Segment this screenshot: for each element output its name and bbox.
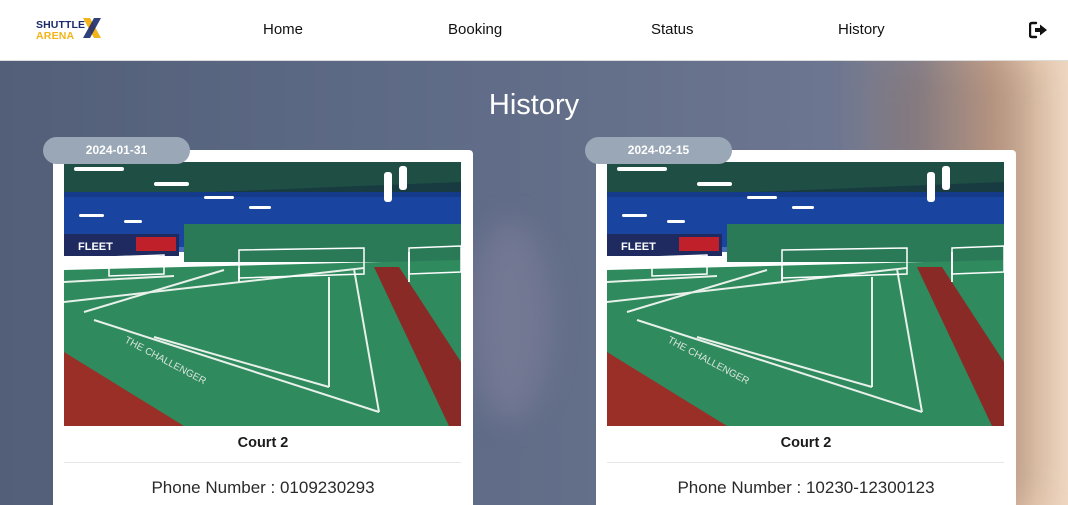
nav-history-link[interactable]: History <box>838 21 885 38</box>
logout-button[interactable] <box>1028 21 1048 39</box>
phone-number: Phone Number : 10230-12300123 <box>677 478 935 497</box>
card-divider <box>607 462 1004 463</box>
history-card: FLEET THE CHALLENGER Court 2 Phone Numbe… <box>53 150 473 505</box>
logo-text-line2: ARENA <box>36 30 75 42</box>
court-name: Court 2 <box>237 435 289 451</box>
nav-status-link[interactable]: Status <box>651 21 694 38</box>
svg-text:FLEET: FLEET <box>78 241 113 253</box>
badminton-court-image: FLEET THE CHALLENGER <box>64 162 461 426</box>
booking-date-badge: 2024-02-15 <box>585 137 732 164</box>
nav-home-link[interactable]: Home <box>263 21 303 38</box>
background-blur <box>470 221 550 421</box>
booking-date-badge: 2024-01-31 <box>43 137 190 164</box>
page-title: History <box>488 89 580 121</box>
logo-x-mark-icon <box>83 18 101 38</box>
badminton-court-image: FLEET THE CHALLENGER <box>607 162 1004 426</box>
shuttle-arena-logo[interactable]: SHUTTLE ARENA <box>36 16 102 44</box>
history-card: FLEET THE CHALLENGER Court 2 Phone Numbe… <box>596 150 1016 505</box>
phone-number: Phone Number : 0109230293 <box>151 478 375 497</box>
card-divider <box>64 462 461 463</box>
nav-booking-link[interactable]: Booking <box>448 21 502 38</box>
court-name: Court 2 <box>780 435 832 451</box>
top-navbar: SHUTTLE ARENA Home Booking Status Histor… <box>0 0 1068 61</box>
history-section: History FLEET THE CHALLENGER Court 2 Pho… <box>0 61 1068 505</box>
logout-icon <box>1028 21 1047 39</box>
svg-text:FLEET: FLEET <box>621 241 656 253</box>
